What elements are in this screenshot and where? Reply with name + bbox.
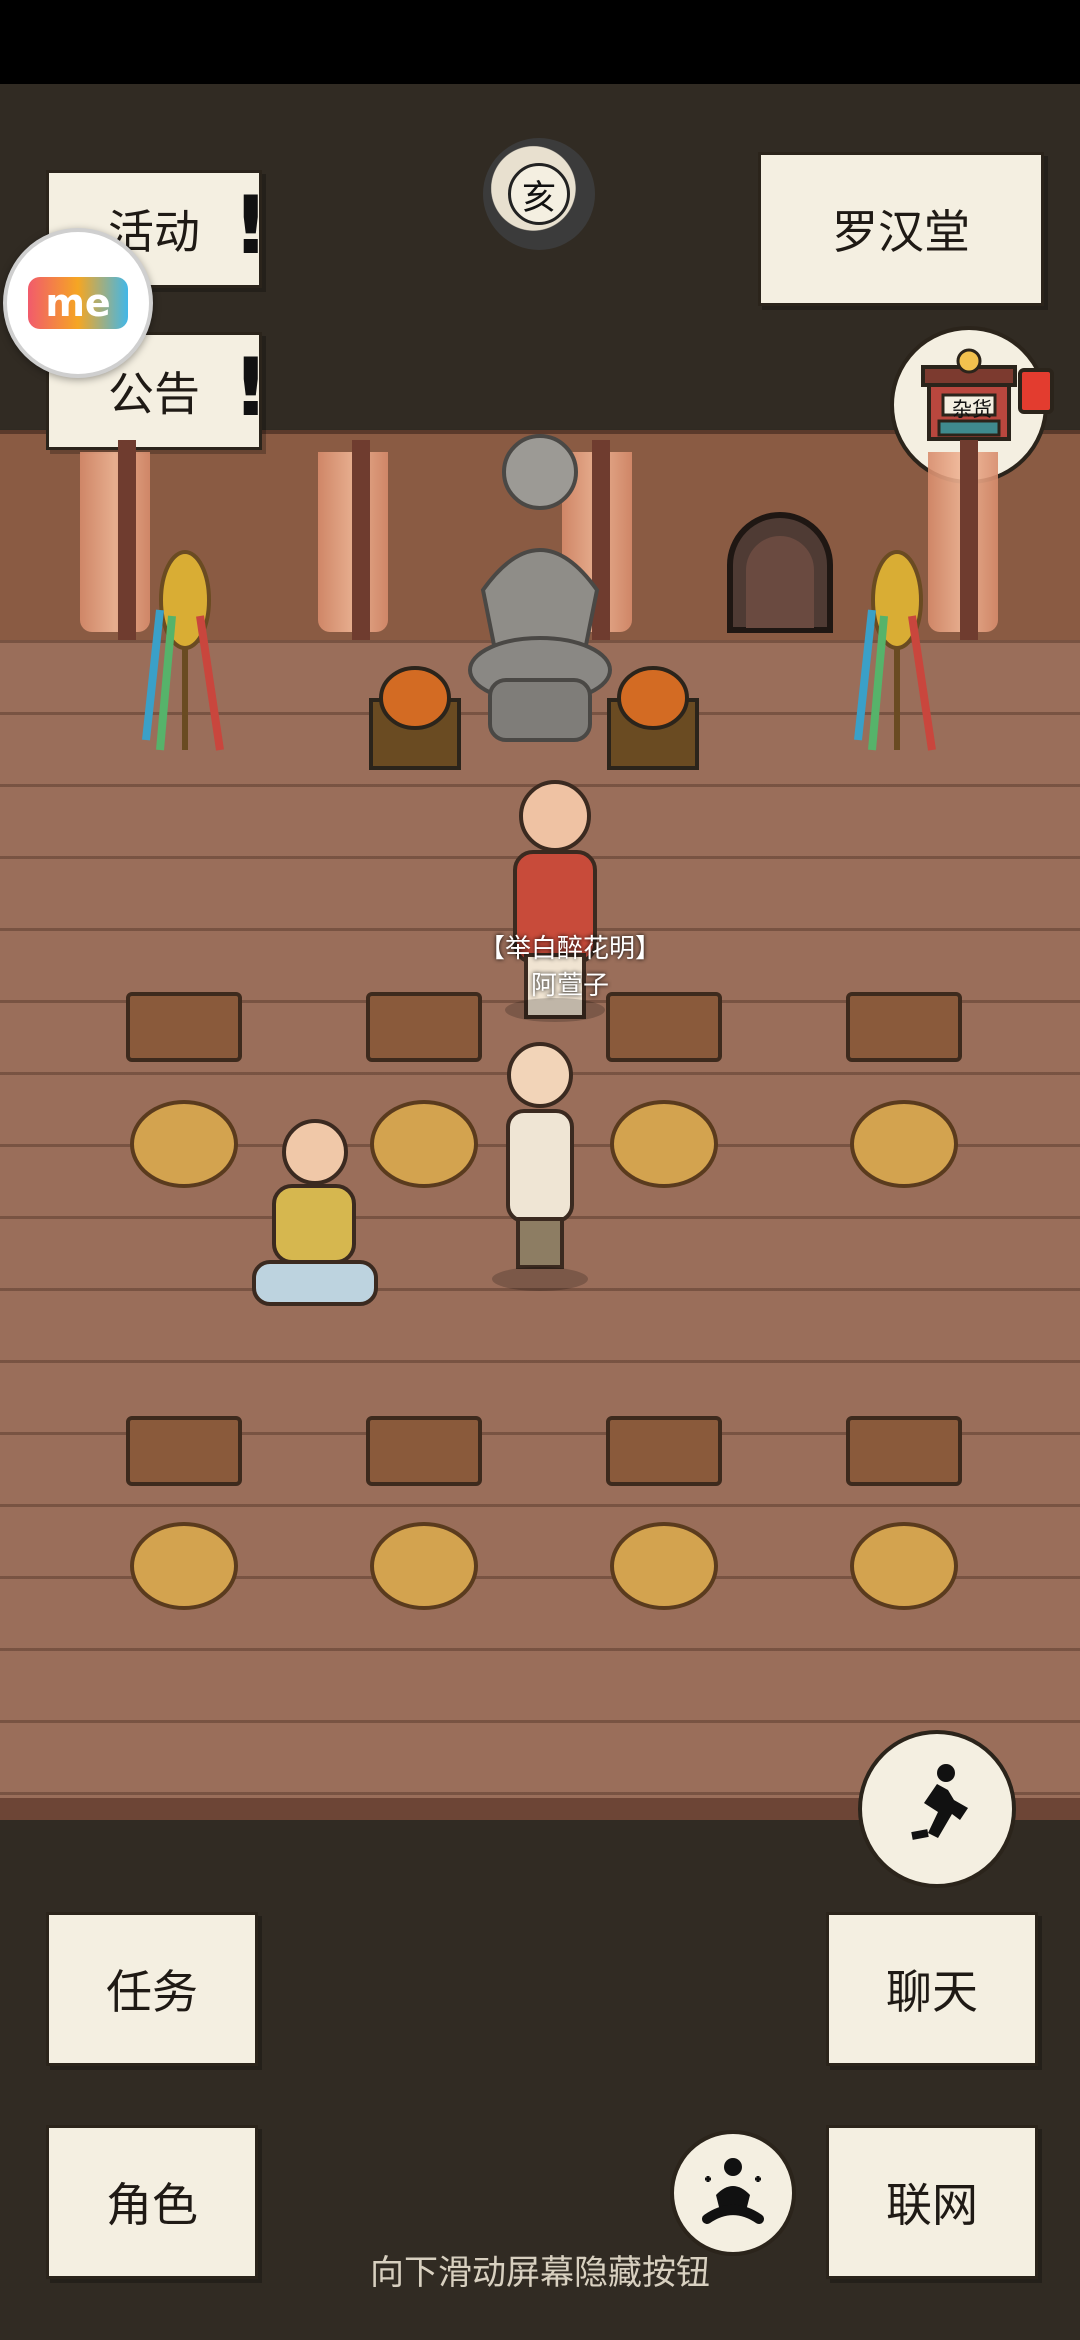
table (126, 1416, 242, 1486)
cushion (370, 1522, 478, 1610)
pillar (352, 440, 370, 640)
chat-label: 聊天 (886, 1965, 978, 2019)
chat-button[interactable]: 聊天 (826, 1912, 1038, 2066)
network-button[interactable]: 联网 (826, 2125, 1038, 2279)
app-logo-text: me (45, 281, 111, 325)
player-character (492, 1042, 588, 1291)
npc-name-tag: 【举白醉花明】 阿萱子 (470, 928, 670, 1002)
cushion (610, 1522, 718, 1610)
prayer-wheel-left (142, 550, 224, 751)
game-screen: 活动 ! 公告 ! me 亥 罗汉堂 杂货 【举白醉花明】 阿萱子 任务 角色 … (0, 0, 1080, 2340)
alert-icon (1018, 368, 1054, 414)
exclamation-icon: ! (232, 341, 269, 434)
swipe-hint-text: 向下滑动屏幕隐藏按钮 (370, 2253, 710, 2293)
app-floating-badge[interactable]: me (3, 228, 153, 378)
table (846, 992, 962, 1062)
pillar (960, 440, 978, 640)
pillar (118, 440, 136, 640)
npc-character[interactable] (470, 770, 640, 1050)
location-label: 罗汉堂 (832, 205, 970, 259)
quest-button[interactable]: 任务 (46, 1912, 258, 2066)
running-man-icon (911, 1764, 968, 1840)
cushion (130, 1522, 238, 1610)
table (366, 992, 482, 1062)
cushion (850, 1100, 958, 1188)
table (606, 1416, 722, 1486)
cushion (610, 1100, 718, 1188)
network-label: 联网 (886, 2178, 978, 2232)
shop-sign-text: 杂货 (952, 397, 992, 421)
table (366, 1416, 482, 1486)
altar-seat-left (369, 666, 461, 770)
time-badge: 亥 (483, 138, 595, 250)
training-monk (252, 1119, 378, 1306)
table (126, 992, 242, 1062)
exclamation-icon: ! (232, 179, 269, 272)
prayer-wheel-right (854, 550, 936, 751)
door-icon (727, 512, 833, 633)
npc-title: 【举白醉花明】 (478, 934, 661, 964)
cushion (850, 1522, 958, 1610)
altar-seat-right (607, 666, 699, 770)
announcement-label: 公告 (108, 367, 200, 421)
table (846, 1416, 962, 1486)
status-bar (0, 0, 1080, 84)
location-title: 罗汉堂 (758, 152, 1044, 306)
npc-name: 阿萱子 (530, 971, 609, 1001)
run-button[interactable] (858, 1730, 1016, 1888)
buddha-statue (468, 434, 612, 742)
meditation-icon (702, 2158, 764, 2224)
role-button[interactable]: 角色 (46, 2125, 258, 2279)
role-label: 角色 (106, 2178, 198, 2232)
meditation-button[interactable] (670, 2130, 796, 2256)
quest-label: 任务 (106, 1965, 198, 2019)
app-logo: me (28, 277, 128, 329)
time-badge-text: 亥 (522, 177, 556, 218)
